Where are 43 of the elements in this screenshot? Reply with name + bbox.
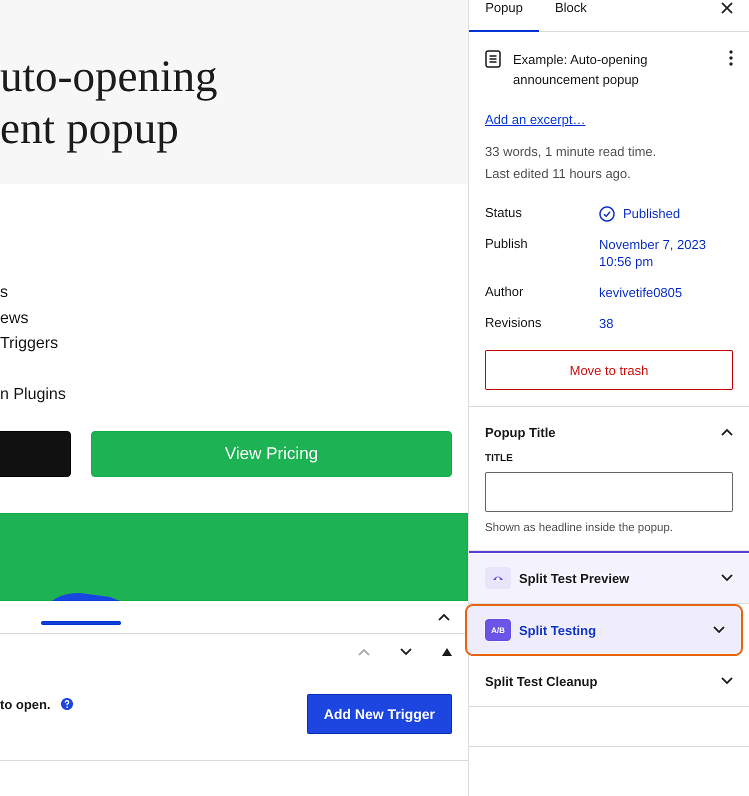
section-title[interactable]: Split Test Preview <box>519 570 713 586</box>
move-to-trash-button[interactable]: Move to trash <box>485 350 733 390</box>
ab-badge: A/B <box>485 619 511 641</box>
field-label: Publish <box>485 236 529 253</box>
add-new-trigger-button[interactable]: Add New Trigger <box>306 694 452 734</box>
expand-icon[interactable] <box>721 677 733 685</box>
title-input-field[interactable] <box>485 472 733 512</box>
close-icon[interactable] <box>721 2 733 14</box>
field-label: Status <box>485 205 523 222</box>
list-item: n Plugins <box>0 384 67 404</box>
status-link[interactable]: Published <box>623 205 680 222</box>
field-value-link[interactable]: kevivetife0805 <box>599 284 682 301</box>
help-icon[interactable] <box>60 698 73 710</box>
field-value-link[interactable]: November 7, 2023 10:56 pm <box>599 236 719 270</box>
description-text: to open. <box>0 696 51 712</box>
post-title: Example: Auto-opening announcement popup <box>513 51 648 89</box>
sidebar-tab[interactable]: Block <box>539 0 603 32</box>
help-text: Shown as headline inside the popup. <box>485 522 674 534</box>
field-label: Author <box>485 284 524 301</box>
section-title[interactable]: Split Testing <box>519 622 705 638</box>
stats-text: Last edited 11 hours ago. <box>485 165 632 183</box>
more-options-icon[interactable] <box>729 50 733 66</box>
add-excerpt-link[interactable]: Add an excerpt… <box>485 112 586 127</box>
list-item: Triggers <box>0 334 60 354</box>
section-title[interactable]: Popup Title <box>485 424 713 440</box>
move-down-icon[interactable] <box>400 648 412 656</box>
document-icon <box>485 50 501 68</box>
check-circle-icon <box>599 206 615 222</box>
field-label: TITLE <box>485 453 514 464</box>
collapse-icon[interactable] <box>438 613 450 621</box>
expand-icon[interactable] <box>713 626 725 634</box>
page-heading: uto-opening ent popup <box>0 50 218 154</box>
list-item: ews <box>0 308 30 328</box>
list-item: s <box>0 283 9 303</box>
wave-shape <box>52 593 120 601</box>
expand-icon[interactable] <box>721 574 733 582</box>
collapse-icon[interactable] <box>721 428 733 436</box>
triangle-up-icon[interactable] <box>442 648 452 656</box>
stats-text: 33 words, 1 minute read time. <box>485 143 658 161</box>
field-label: Revisions <box>485 315 542 332</box>
field-value-link[interactable]: 38 <box>599 315 614 332</box>
section-title[interactable]: Split Test Cleanup <box>485 674 713 688</box>
sidebar-tab[interactable]: Popup <box>469 0 539 32</box>
